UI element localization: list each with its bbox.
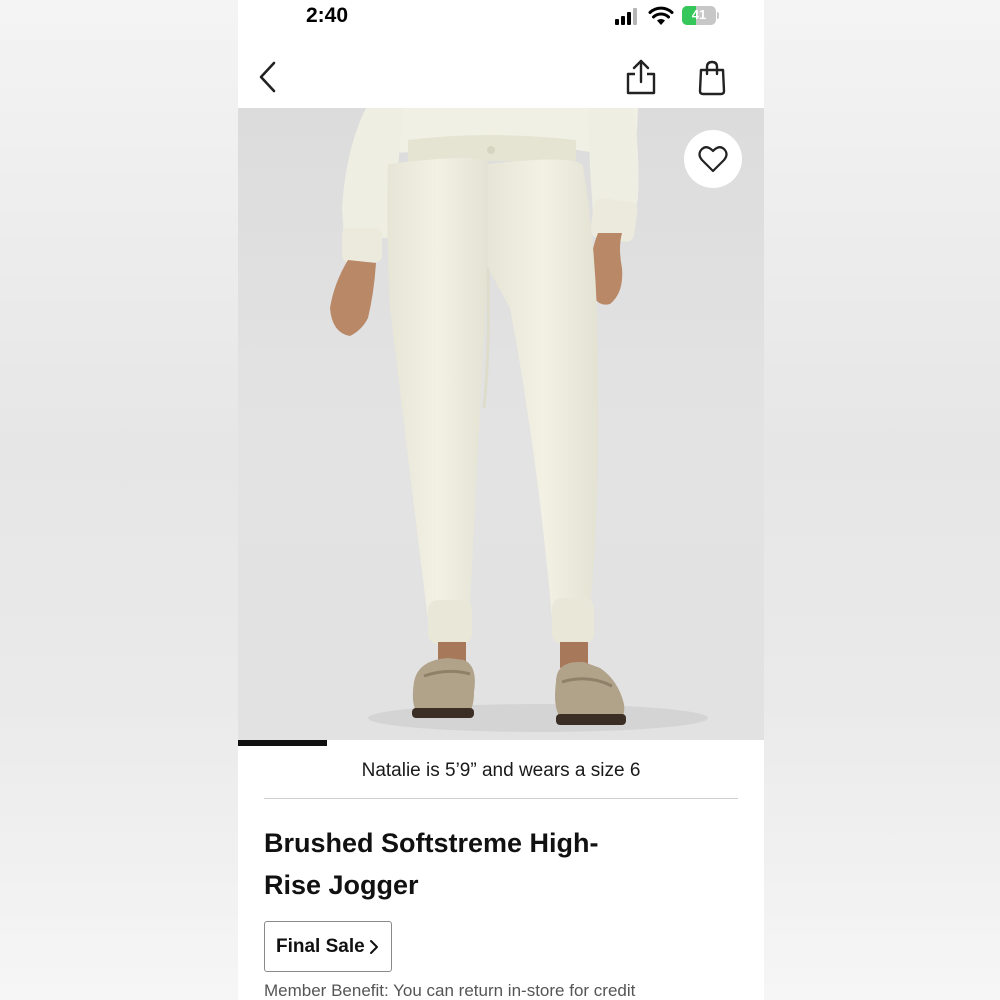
product-photo xyxy=(330,108,708,732)
status-bar: 2:40 41 xyxy=(238,0,764,34)
divider xyxy=(264,798,738,799)
battery-level: 41 xyxy=(691,7,707,22)
heart-icon xyxy=(698,146,728,173)
background-right xyxy=(764,0,1000,1000)
product-title: Brushed Softstreme High- Rise Jogger xyxy=(264,822,664,906)
back-icon[interactable] xyxy=(256,60,280,94)
member-benefit: Member Benefit: You can return in-store … xyxy=(264,981,636,1000)
product-title-line1: Brushed Softstreme High- xyxy=(264,828,599,858)
chevron-right-icon xyxy=(370,940,378,954)
model-info: Natalie is 5’9” and wears a size 6 xyxy=(361,760,641,781)
status-time: 2:40 xyxy=(306,4,349,27)
favorite-button[interactable] xyxy=(684,130,742,188)
product-title-line2: Rise Jogger xyxy=(264,870,419,900)
shopping-bag-icon[interactable] xyxy=(696,60,728,96)
wifi-icon xyxy=(648,6,674,25)
nav-bar xyxy=(238,34,764,108)
final-sale-button[interactable]: Final Sale xyxy=(264,921,392,972)
product-image[interactable] xyxy=(238,108,764,740)
background-left xyxy=(0,0,238,1000)
final-sale-label: Final Sale xyxy=(276,936,365,957)
battery-icon: 41 xyxy=(682,6,719,25)
image-carousel-progress-fill xyxy=(238,740,328,746)
phone-screen: 2:40 41 Natalie is 5’9” and wears a size… xyxy=(238,0,764,1000)
signal-icon xyxy=(615,8,637,25)
share-icon[interactable] xyxy=(624,58,658,96)
image-carousel-progress xyxy=(238,740,764,746)
